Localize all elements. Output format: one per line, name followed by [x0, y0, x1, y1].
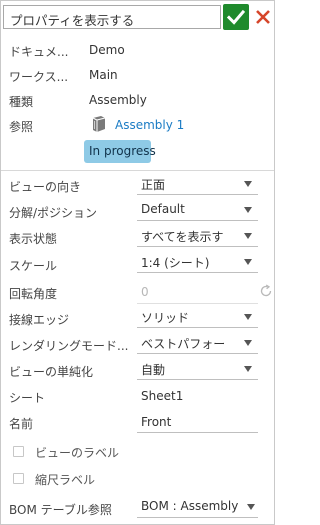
document-label: ドキュメ...	[9, 45, 69, 59]
reference-link[interactable]: Assembly 1	[115, 118, 184, 132]
view-simplification-select[interactable]: 自動	[137, 358, 258, 380]
view-label-checkbox-label: ビューのラベル	[35, 446, 120, 460]
scale-label-checkbox[interactable]	[13, 473, 24, 484]
chevron-down-icon	[244, 259, 252, 265]
scale-label-checkbox-label: 縮尺ラベル	[35, 473, 96, 487]
type-value: Assembly	[89, 93, 147, 107]
rendering-mode-select[interactable]: ベストパフォー	[137, 332, 258, 354]
chevron-down-icon	[244, 181, 252, 187]
scale-label-checkbox-row[interactable]: 縮尺ラベル	[13, 471, 163, 489]
confirm-button[interactable]	[223, 4, 249, 30]
rotation-angle-label: 回転角度	[9, 287, 58, 301]
sheet-value: Sheet1	[141, 389, 184, 403]
document-value: Demo	[89, 43, 125, 57]
bom-reference-value: BOM : Assembly	[141, 499, 239, 513]
reference-label: 参照	[9, 120, 34, 134]
rotation-angle-input[interactable]: 0	[137, 282, 258, 304]
cancel-button[interactable]	[251, 4, 275, 30]
view-orientation-value: 正面	[141, 178, 166, 192]
view-name-input[interactable]	[137, 411, 258, 433]
display-state-label: 表示状態	[9, 232, 58, 246]
sheet-label: シート	[9, 391, 46, 405]
reset-rotation-icon[interactable]	[259, 284, 273, 298]
tangent-edges-label: 接線エッジ	[9, 313, 70, 327]
chevron-down-icon	[244, 207, 252, 213]
type-row: 種類 Assembly	[1, 90, 274, 110]
view-orientation-label: ビューの向き	[9, 180, 82, 194]
workspace-row: ワークス... Main	[1, 65, 274, 85]
tangent-edges-select[interactable]: ソリッド	[137, 306, 258, 328]
chevron-down-icon	[244, 340, 252, 346]
close-icon	[256, 10, 270, 24]
rotation-angle-value: 0	[141, 285, 149, 299]
bom-reference-label: BOM テーブル参照	[9, 503, 112, 517]
view-simplification-value: 自動	[141, 363, 166, 377]
panel-header: プロパティを表示する	[1, 1, 274, 33]
status-badge: In progress	[84, 140, 156, 163]
scale-label: スケール	[9, 259, 58, 273]
name-label: 名前	[9, 417, 34, 431]
explode-position-select[interactable]: Default	[137, 199, 258, 221]
assembly-icon	[92, 116, 106, 132]
workspace-label: ワークス...	[9, 70, 69, 84]
chevron-down-icon	[244, 314, 252, 320]
chevron-down-icon	[247, 504, 255, 510]
type-label: 種類	[9, 95, 34, 109]
display-state-value: すべてを表示す	[141, 230, 224, 244]
chevron-down-icon	[244, 366, 252, 372]
checkmark-icon	[226, 9, 246, 25]
tangent-edges-value: ソリッド	[141, 311, 190, 325]
view-orientation-select[interactable]: 正面	[137, 173, 258, 195]
view-simplification-label: ビューの単純化	[9, 365, 94, 379]
workspace-value: Main	[89, 68, 118, 82]
rendering-mode-label: レンダリングモード...	[9, 339, 129, 353]
view-properties-panel: プロパティを表示する ドキュメ... Demo ワークス... Main 種類 …	[0, 0, 275, 525]
explode-position-value: Default	[141, 202, 185, 216]
bom-reference-select[interactable]: BOM : Assembly	[137, 496, 258, 518]
display-state-select[interactable]: すべてを表示す	[137, 225, 258, 247]
panel-title: プロパティを表示する	[10, 13, 135, 28]
explode-position-label: 分解/ポジション	[9, 206, 98, 220]
panel-title-field[interactable]: プロパティを表示する	[3, 5, 221, 29]
scale-value: 1:4 (シート)	[141, 256, 210, 270]
view-label-checkbox[interactable]	[13, 446, 24, 457]
document-row: ドキュメ... Demo	[1, 40, 274, 60]
rendering-mode-value: ベストパフォー	[141, 337, 226, 351]
view-label-checkbox-row[interactable]: ビューのラベル	[13, 444, 163, 462]
chevron-down-icon	[244, 233, 252, 239]
view-name-field[interactable]	[137, 411, 258, 432]
scale-select[interactable]: 1:4 (シート)	[137, 251, 258, 273]
section-divider	[1, 170, 274, 171]
